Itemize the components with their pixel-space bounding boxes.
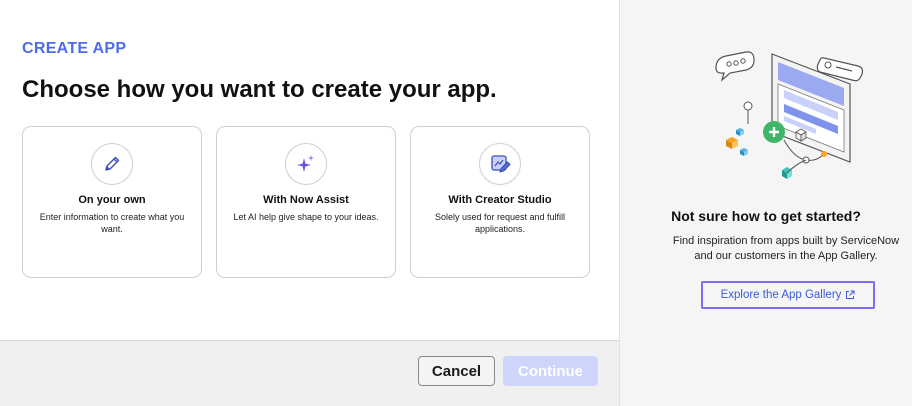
sparkle-icon: [285, 143, 327, 185]
card-title: With Now Assist: [263, 194, 349, 206]
card-on-your-own[interactable]: On your own Enter information to create …: [22, 126, 202, 278]
help-title: Not sure how to get started?: [671, 208, 861, 224]
help-sidebar: Not sure how to get started? Find inspir…: [619, 0, 912, 406]
dialog-footer: Cancel Continue: [0, 340, 619, 406]
card-with-now-assist[interactable]: With Now Assist Let AI help give shape t…: [216, 126, 396, 278]
create-app-eyebrow: CREATE APP: [22, 40, 127, 57]
explore-app-gallery-label: Explore the App Gallery: [720, 289, 842, 301]
external-link-icon: [845, 290, 855, 300]
explore-app-gallery-link[interactable]: Explore the App Gallery: [701, 281, 875, 309]
create-app-panel: CREATE APP Choose how you want to create…: [0, 0, 619, 406]
card-description: Enter information to create what you wan…: [39, 212, 185, 234]
card-title: With Creator Studio: [448, 194, 552, 206]
pencil-icon: [91, 143, 133, 185]
card-with-creator-studio[interactable]: With Creator Studio Solely used for requ…: [410, 126, 590, 278]
creator-studio-icon: [479, 143, 521, 185]
cancel-button[interactable]: Cancel: [418, 356, 495, 386]
help-description: Find inspiration from apps built by Serv…: [672, 235, 900, 262]
page-title: Choose how you want to create your app.: [22, 76, 497, 103]
continue-button[interactable]: Continue: [503, 356, 598, 386]
app-builder-illustration: [706, 40, 866, 190]
card-title: On your own: [78, 194, 146, 206]
card-description: Solely used for request and fulfill appl…: [434, 212, 566, 234]
card-description: Let AI help give shape to your ideas.: [233, 212, 379, 222]
